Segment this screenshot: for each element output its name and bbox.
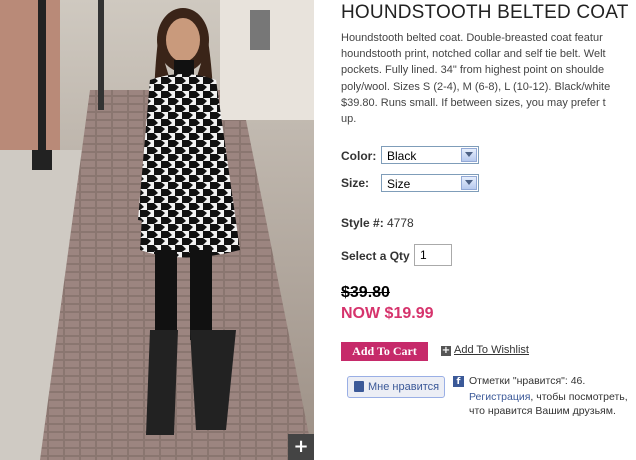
- sale-price: NOW $19.99: [341, 305, 434, 322]
- color-label: Color:: [341, 149, 377, 163]
- description-line: Houndstooth belted coat. Double-breasted…: [341, 32, 603, 44]
- description-line: houndstooth print, notched collar and se…: [341, 48, 606, 61]
- size-label: Size:: [341, 176, 370, 190]
- qty-label: Select a Qty: [341, 249, 410, 263]
- qty-input[interactable]: [414, 244, 452, 266]
- facebook-like-button[interactable]: Мне нравится: [347, 376, 445, 398]
- style-number: 4778: [387, 216, 414, 230]
- social-text-line: что нравится Вашим друзьям.: [469, 405, 616, 417]
- facebook-social-text: Регистрация, чтобы посмотреть, что нрави…: [469, 390, 628, 418]
- product-photo[interactable]: +: [0, 0, 314, 460]
- add-to-cart-button[interactable]: Add To Cart: [341, 342, 428, 361]
- like-count: Отметки "нравится": 46.: [469, 375, 586, 387]
- product-title: HOUNDSTOOTH BELTED COAT: [341, 2, 629, 23]
- style-label: Style #:: [341, 216, 384, 230]
- size-select-value: Size: [387, 177, 411, 191]
- color-select-value: Black: [387, 149, 417, 163]
- plus-icon[interactable]: +: [441, 346, 451, 356]
- description-line: $39.80. Runs small. If between sizes, yo…: [341, 96, 606, 109]
- size-select[interactable]: Size: [381, 174, 479, 192]
- add-to-wishlist-link[interactable]: Add To Wishlist: [454, 344, 529, 356]
- chevron-down-icon[interactable]: [461, 148, 477, 162]
- like-button-label: Мне нравится: [368, 381, 440, 393]
- register-link[interactable]: Регистрация: [469, 391, 530, 403]
- chevron-down-icon[interactable]: [461, 176, 477, 190]
- color-select[interactable]: Black: [381, 146, 479, 164]
- thumbs-up-icon: [354, 381, 364, 392]
- product-description: Houndstooth belted coat. Double-breasted…: [341, 30, 636, 127]
- description-line: poly/wool. Sizes S (2-4), M (6-8), L (10…: [341, 80, 611, 93]
- description-line: up.: [341, 113, 357, 126]
- old-price: $39.80: [341, 284, 390, 301]
- product-info: HOUNDSTOOTH BELTED COAT Houndstooth belt…: [341, 0, 636, 460]
- social-text-rest: , чтобы посмотреть,: [530, 391, 628, 403]
- facebook-icon: f: [453, 376, 464, 387]
- product-image: [0, 0, 314, 460]
- description-line: pockets. Fully lined. 34" from highest p…: [341, 64, 605, 77]
- zoom-icon[interactable]: +: [288, 434, 314, 460]
